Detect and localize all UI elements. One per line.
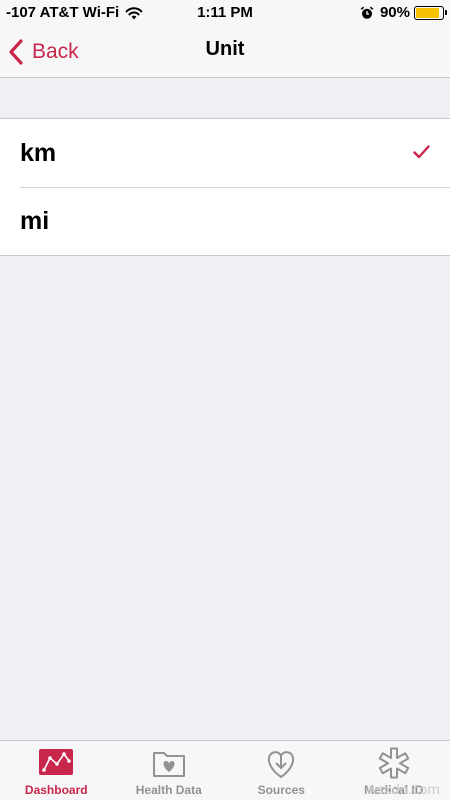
option-row-mi[interactable]: mi xyxy=(0,187,450,255)
battery-icon xyxy=(414,5,447,20)
tab-dashboard[interactable]: Dashboard xyxy=(0,741,113,800)
tab-label: Health Data xyxy=(135,783,202,797)
tab-medical-id[interactable]: Medical ID xyxy=(338,741,450,800)
dashboard-icon xyxy=(39,749,74,775)
unit-settings-screen: -107 AT&T Wi-Fi 1:11 PM 90% Back Unit km… xyxy=(0,0,450,800)
checkmark-icon xyxy=(413,145,430,159)
alarm-clock-icon xyxy=(360,6,374,19)
tab-bar: Dashboard Health Data Sources Medical ID xyxy=(0,740,450,800)
tab-sources[interactable]: Sources xyxy=(225,741,338,800)
chevron-left-icon xyxy=(9,39,23,65)
unit-options-list: km mi xyxy=(0,118,450,256)
option-row-km[interactable]: km xyxy=(0,119,450,187)
option-label: mi xyxy=(20,206,50,235)
health-data-icon xyxy=(152,752,185,777)
navigation-bar: Back Unit xyxy=(0,26,450,78)
medical-id-icon xyxy=(378,747,409,779)
battery-percent: 90% xyxy=(379,4,410,21)
status-bar: -107 AT&T Wi-Fi 1:11 PM 90% xyxy=(0,0,450,26)
status-right: 90% xyxy=(360,4,447,21)
tab-label: Medical ID xyxy=(364,783,424,797)
option-label: km xyxy=(20,138,57,167)
tab-health-data[interactable]: Health Data xyxy=(113,741,226,800)
back-button-label: Back xyxy=(32,40,79,63)
tab-label: Sources xyxy=(257,783,305,797)
tab-label: Dashboard xyxy=(24,783,88,797)
battery-level-fill xyxy=(416,7,440,18)
sources-icon xyxy=(268,751,295,778)
back-button[interactable]: Back xyxy=(8,36,79,68)
